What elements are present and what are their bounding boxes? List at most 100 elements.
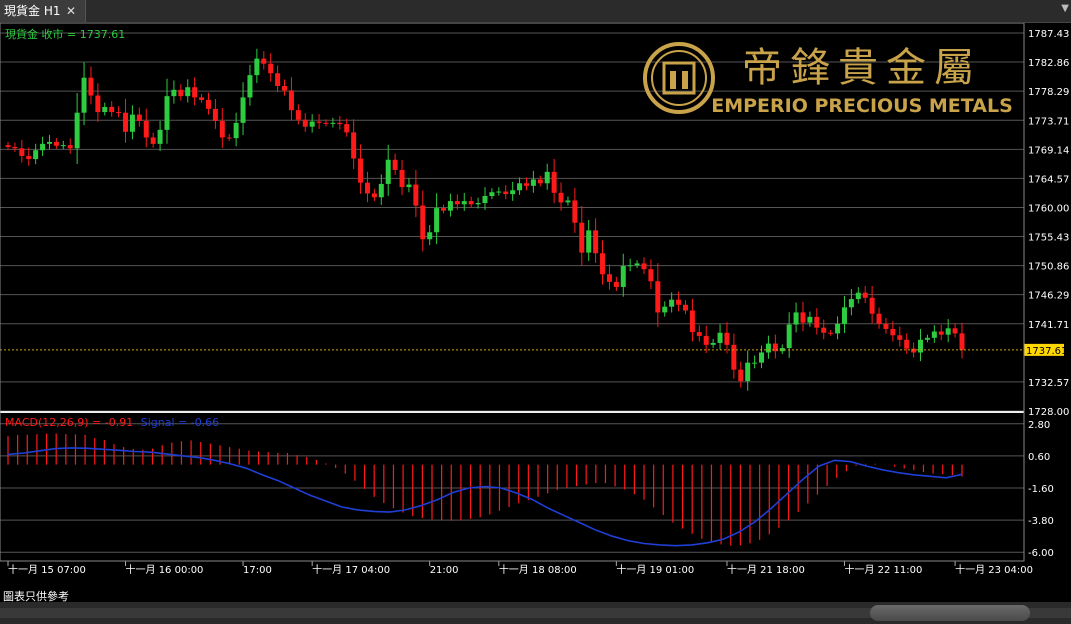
price-tick-label: 1778.29 [1028, 87, 1069, 98]
horizontal-scrollbar[interactable] [0, 602, 1071, 624]
candle-body [302, 119, 308, 127]
macd-tick-label: -6.00 [1028, 548, 1054, 559]
candle-body [593, 230, 599, 254]
price-tick-label: 1787.43 [1028, 29, 1069, 40]
signal-value: Signal = -0.66 [141, 416, 219, 429]
candle-body [399, 169, 405, 188]
candle-body [178, 89, 184, 97]
candle-body [316, 121, 322, 123]
price-tick-label: 1732.57 [1028, 378, 1069, 389]
candle-body [219, 120, 225, 138]
candle-body [551, 171, 557, 193]
candle-body [226, 137, 232, 139]
candle-body [337, 122, 343, 125]
candle-body [275, 73, 281, 86]
candle-body [627, 265, 633, 267]
candle-body [123, 112, 129, 132]
macd-axis: 2.80 0.60 -1.60 -3.80 -6.00 [1028, 420, 1054, 559]
candle-body [254, 58, 260, 76]
candle-body [662, 306, 668, 313]
candle-body [503, 191, 509, 195]
candle-body [12, 147, 18, 149]
candle-body [558, 192, 564, 203]
price-tick-label: 1746.29 [1028, 291, 1069, 302]
candle-body [434, 208, 440, 233]
company-logo: 帝鋒貴金屬 EMPERIO PRECIOUS METALS [643, 42, 1013, 117]
candle-body [689, 310, 695, 333]
candle-body [676, 299, 682, 305]
candle-body [67, 145, 73, 149]
price-tick-label: 1782.86 [1028, 58, 1069, 69]
candle-body [537, 179, 543, 184]
candle-body [752, 362, 758, 364]
candle-body [828, 332, 834, 334]
candle-body [74, 112, 80, 149]
candle-body [406, 184, 412, 188]
candle-body [344, 124, 350, 133]
candle-body [454, 201, 460, 205]
candle-body [717, 332, 723, 343]
candle-body [600, 253, 606, 275]
candle-body [212, 108, 218, 121]
candle-body [572, 200, 578, 223]
candle-body [876, 313, 882, 324]
candle-body [129, 114, 135, 132]
candle-body [613, 281, 619, 287]
candle-body [517, 183, 523, 191]
time-axis: 十一月 15 07:00 十一月 16 00:00 17:00 十一月 17 04:0… [7, 561, 1033, 576]
candle-body [938, 331, 944, 335]
candle-body [855, 292, 861, 300]
price-axis: 1787.43 1782.86 1778.29 1773.71 1769.14 1764.… [1028, 29, 1069, 418]
candle-body [530, 179, 536, 186]
candle-body [240, 97, 246, 123]
candle-body [731, 344, 737, 370]
tab-bar: 現貨金 H1 ✕ ▼ [0, 0, 1071, 23]
candle-body [288, 90, 294, 111]
dropdown-arrow-icon[interactable]: ▼ [1061, 3, 1069, 14]
candle-body [821, 327, 827, 333]
logo-english: EMPERIO PRECIOUS METALS [711, 95, 1013, 117]
candle-body [116, 112, 122, 114]
candle-body [745, 362, 751, 382]
tab-label: 現貨金 H1 [4, 4, 61, 18]
candle-body [5, 145, 11, 148]
candle-body [703, 335, 709, 345]
price-panel-label: 現貨金 收市 = 1737.61 [5, 27, 125, 41]
tab-chart[interactable]: 現貨金 H1 ✕ [0, 0, 86, 22]
candle-body [786, 324, 792, 349]
candle-body [523, 183, 529, 186]
candle-body [835, 323, 841, 334]
macd-tick-label: -1.60 [1028, 484, 1054, 495]
price-chart[interactable]: 帝鋒貴金屬 EMPERIO PRECIOUS METALS 1787.43 178… [0, 23, 1071, 588]
candle-body [696, 332, 702, 336]
candle-body [724, 332, 730, 345]
candle-body [765, 343, 771, 353]
candle-body [323, 122, 329, 124]
logo-chinese: 帝鋒貴金屬 [742, 45, 982, 91]
candle-body [295, 110, 301, 120]
candle-body [759, 352, 765, 363]
close-icon[interactable]: ✕ [66, 0, 76, 22]
candle-body [371, 193, 377, 198]
macd-tick-label: -3.80 [1028, 516, 1054, 527]
candle-body [351, 132, 357, 159]
candle-body [95, 95, 101, 113]
candle-body [848, 299, 854, 308]
candle-body [53, 141, 59, 146]
candle-body [586, 230, 592, 253]
candle-body [143, 120, 149, 138]
candle-body [199, 97, 205, 100]
candle-body [192, 87, 198, 98]
time-tick-label: 十一月 22 11:00 [844, 563, 922, 576]
scroll-thumb[interactable] [870, 605, 1030, 621]
candle-body [800, 312, 806, 323]
time-tick-label: 17:00 [243, 565, 272, 576]
candle-body [841, 307, 847, 324]
price-tick-label: 1750.86 [1028, 262, 1069, 273]
candle-body [738, 369, 744, 382]
candle-body [682, 304, 688, 311]
candle-body [924, 337, 930, 340]
candle-body [392, 159, 398, 170]
candle-body [26, 155, 32, 160]
candle-body [897, 335, 903, 340]
